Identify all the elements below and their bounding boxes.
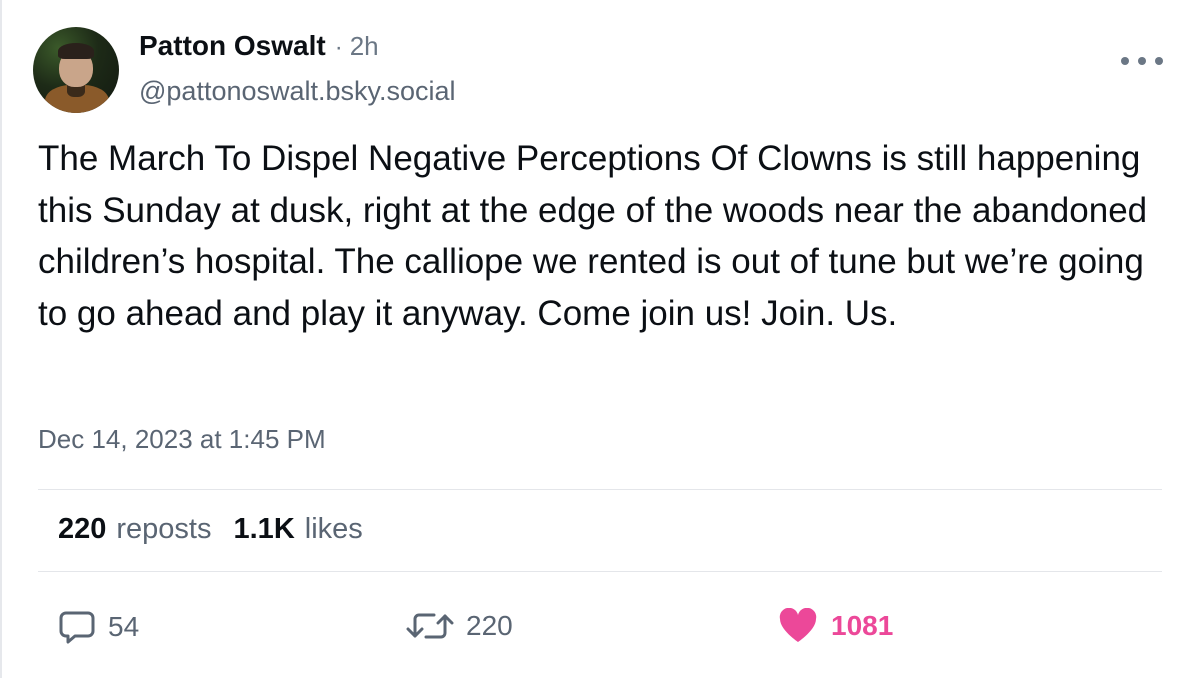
ellipsis-icon-dot: [1121, 57, 1129, 65]
reply-icon: [59, 611, 95, 644]
likes-label[interactable]: likes: [305, 513, 363, 546]
post-timestamp: Dec 14, 2023 at 1:45 PM: [38, 424, 326, 454]
reposts-label[interactable]: reposts: [116, 513, 211, 546]
like-button[interactable]: 1081: [778, 608, 893, 644]
repost-icon: [406, 613, 454, 639]
author-display-name[interactable]: Patton Oswalt: [139, 30, 326, 62]
more-options-button[interactable]: [1121, 50, 1163, 72]
like-count: 1081: [831, 610, 894, 641]
author-handle[interactable]: @pattonoswalt.bsky.social: [139, 76, 456, 107]
likes-count[interactable]: 1.1K: [234, 513, 295, 546]
avatar[interactable]: [33, 27, 119, 113]
heart-icon: [779, 608, 817, 642]
post-card: Patton Oswalt · 2h @pattonoswalt.bsky.so…: [0, 0, 1190, 678]
reply-button[interactable]: 54: [58, 608, 139, 646]
ellipsis-icon-dot: [1155, 57, 1163, 65]
repost-count: 220: [466, 610, 513, 641]
separator-dot: ·: [334, 34, 343, 61]
repost-button[interactable]: 220: [406, 608, 513, 644]
post-text: The March To Dispel Negative Perceptions…: [38, 139, 1148, 333]
post-time-ago[interactable]: 2h: [350, 31, 379, 62]
divider: [38, 571, 1162, 572]
avatar-hair: [58, 43, 94, 59]
engagement-stats: 220 reposts 1.1K likes: [58, 513, 363, 546]
divider: [38, 489, 1162, 490]
reposts-count[interactable]: 220: [58, 513, 106, 546]
author-row: Patton Oswalt · 2h: [139, 30, 379, 66]
ellipsis-icon-dot: [1138, 57, 1146, 65]
left-border: [0, 0, 2, 678]
reply-count: 54: [108, 611, 140, 642]
